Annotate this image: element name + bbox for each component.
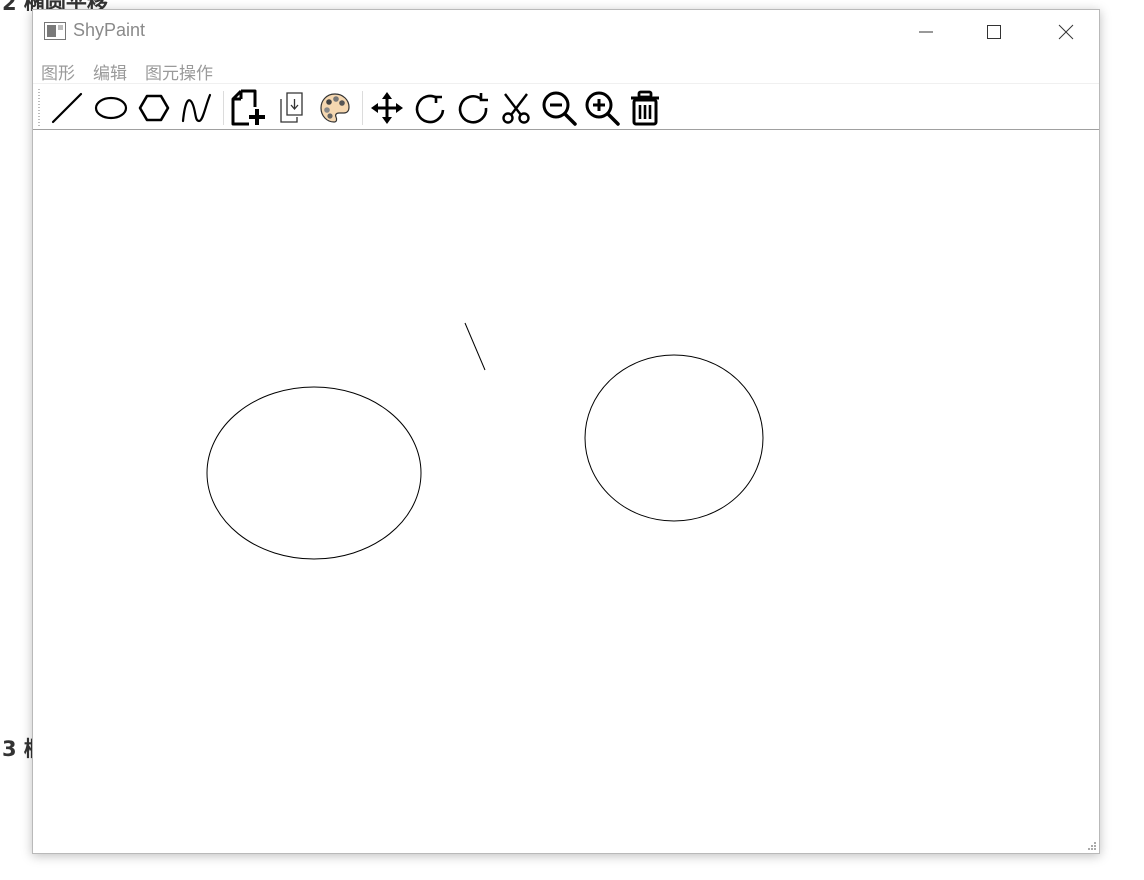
minimize-button[interactable] [903,10,949,54]
ellipse-tool-button[interactable] [92,89,130,127]
ellipse-icon [94,96,128,120]
app-icon [44,22,66,40]
toolbar-divider [362,91,363,125]
rotate-right-icon [458,93,488,124]
drawn-ellipse-left[interactable] [206,386,422,560]
close-button[interactable] [1043,10,1089,54]
minimize-icon [919,31,933,33]
rotate-left-button[interactable] [411,89,449,127]
zoom-out-icon [542,91,577,126]
new-file-button[interactable] [229,89,267,127]
menu-item-element-ops[interactable]: 图元操作 [145,59,213,84]
color-palette-button[interactable] [316,89,354,127]
move-icon [371,92,403,124]
maximize-button[interactable] [971,10,1017,54]
rotate-right-button[interactable] [454,89,492,127]
toolbar-grip[interactable] [38,89,40,127]
cut-button[interactable] [497,89,535,127]
polygon-tool-button[interactable] [135,89,173,127]
save-file-button[interactable] [273,89,311,127]
menu-divider [33,83,1099,84]
palette-icon [320,93,350,123]
trash-icon [631,90,659,126]
menu-item-edit[interactable]: 编辑 [93,59,127,84]
zoom-in-icon [585,91,620,126]
line-icon [51,92,83,124]
window-title: ShyPaint [73,20,146,40]
line-tool-button[interactable] [48,89,86,127]
resize-grip[interactable] [1087,841,1097,851]
toolbar-divider [223,91,224,125]
save-file-icon [280,92,303,123]
new-file-icon [231,89,265,126]
toolbar [33,85,1099,130]
maximize-icon [987,25,1001,39]
curve-tool-button[interactable] [177,89,215,127]
curve-icon [181,93,212,123]
drawing-canvas[interactable] [33,130,1099,853]
move-button[interactable] [368,89,406,127]
menu-item-shapes[interactable]: 图形 [41,59,75,84]
menu-bar: 图形 编辑 图元操作 [33,57,1099,84]
rotate-left-icon [415,94,445,124]
zoom-in-button[interactable] [583,89,621,127]
delete-button[interactable] [626,89,664,127]
drawn-ellipse-right[interactable] [584,354,764,522]
app-window: ShyPaint 图形 编辑 图元操作 [32,9,1100,854]
drawn-line[interactable] [464,322,486,371]
zoom-out-button[interactable] [540,89,578,127]
title-bar[interactable]: ShyPaint [33,10,1099,54]
close-icon [1058,24,1074,40]
polygon-icon [138,94,170,122]
scissors-icon [502,93,530,124]
